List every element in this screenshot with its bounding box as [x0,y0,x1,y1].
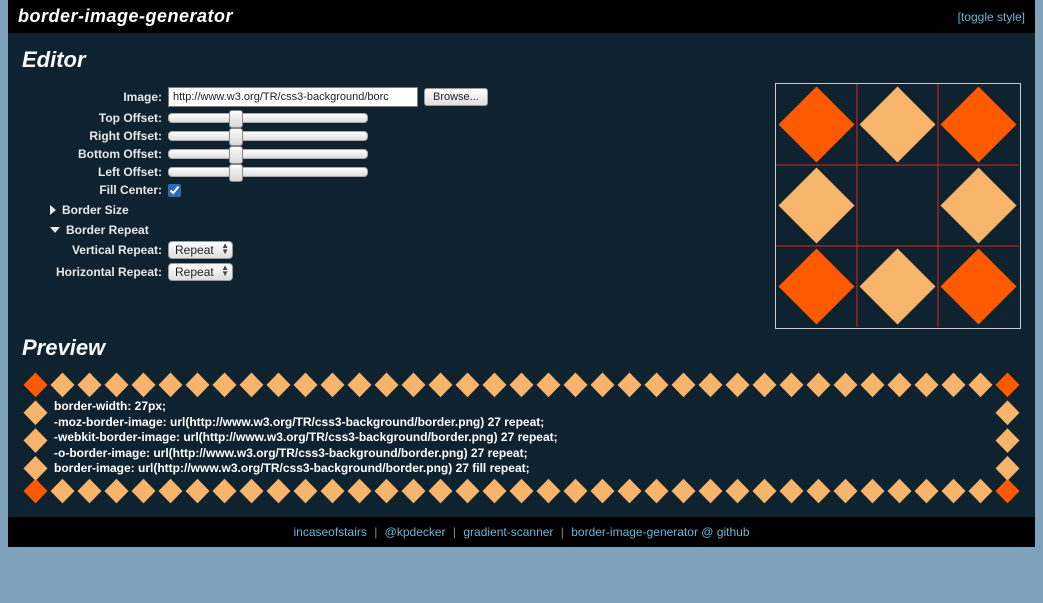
footer-link[interactable]: incaseofstairs [293,525,366,539]
css-line: -webkit-border-image: url(http://www.w3.… [54,430,993,446]
chevron-down-icon [50,227,60,233]
field-bottom-offset: Bottom Offset: [22,147,731,161]
horizontal-repeat-label: Horizontal Repeat: [22,265,162,279]
field-left-offset: Left Offset: [22,165,731,179]
field-image: Image: Browse... [22,87,731,107]
image-preview-column [761,83,1021,329]
footer-link[interactable]: border-image-generator @ github [571,525,749,539]
field-top-offset: Top Offset: [22,111,731,125]
image-label: Image: [22,90,162,104]
css-line: border-image: url(http://www.w3.org/TR/c… [54,461,993,477]
border-size-toggle[interactable]: Border Size [50,203,731,217]
slider-thumb[interactable] [229,164,243,182]
css-line: -o-border-image: url(http://www.w3.org/T… [54,446,993,462]
border-repeat-label: Border Repeat [66,223,149,237]
bottom-offset-label: Bottom Offset: [22,147,162,161]
bottom-offset-slider[interactable] [168,149,368,159]
slider-thumb[interactable] [229,110,243,128]
editor-heading: Editor [22,47,1021,73]
footer: incaseofstairs | @kpdecker | gradient-sc… [8,517,1035,547]
right-offset-label: Right Offset: [22,129,162,143]
footer-link[interactable]: @kpdecker [385,525,446,539]
css-line: border-width: 27px; [54,399,993,415]
preview-heading: Preview [22,335,1021,361]
slider-thumb[interactable] [229,128,243,146]
css-output: border-width: 27px; -moz-border-image: u… [50,399,993,477]
fill-center-label: Fill Center: [22,183,162,197]
editor-body: Image: Browse... Top Offset: Right Offse… [22,83,1021,329]
left-offset-slider[interactable] [168,167,368,177]
vertical-repeat-label: Vertical Repeat: [22,243,162,257]
preview-border-box: border-width: 27px; -moz-border-image: u… [22,371,1021,505]
css-line: -moz-border-image: url(http://www.w3.org… [54,415,993,431]
left-offset-label: Left Offset: [22,165,162,179]
main-area: Editor Image: Browse... Top Offset: Righ… [8,33,1035,517]
horizontal-repeat-select[interactable]: Repeat [168,263,233,281]
header-bar: border-image-generator [toggle style] [8,0,1035,33]
field-fill-center: Fill Center: [22,183,731,197]
fill-center-checkbox[interactable] [168,184,181,197]
border-size-label: Border Size [62,203,129,217]
browse-button[interactable]: Browse... [424,88,488,106]
toggle-style-link[interactable]: [toggle style] [958,10,1025,24]
form-column: Image: Browse... Top Offset: Right Offse… [22,83,731,329]
field-vertical-repeat: Vertical Repeat: Repeat ▲▼ [22,241,731,259]
vertical-repeat-select[interactable]: Repeat [168,241,233,259]
border-repeat-toggle[interactable]: Border Repeat [50,223,731,237]
top-offset-label: Top Offset: [22,111,162,125]
app-frame: border-image-generator [toggle style] Ed… [8,0,1035,547]
footer-link[interactable]: gradient-scanner [463,525,553,539]
chevron-right-icon [50,205,56,215]
field-horizontal-repeat: Horizontal Repeat: Repeat ▲▼ [22,263,731,281]
image-input[interactable] [168,87,418,107]
top-offset-slider[interactable] [168,113,368,123]
border-image-preview [775,83,1021,329]
right-offset-slider[interactable] [168,131,368,141]
app-title: border-image-generator [18,6,233,27]
slider-thumb[interactable] [229,146,243,164]
field-right-offset: Right Offset: [22,129,731,143]
preview-section: Preview border-width: 27px; -moz-border-… [22,335,1021,505]
